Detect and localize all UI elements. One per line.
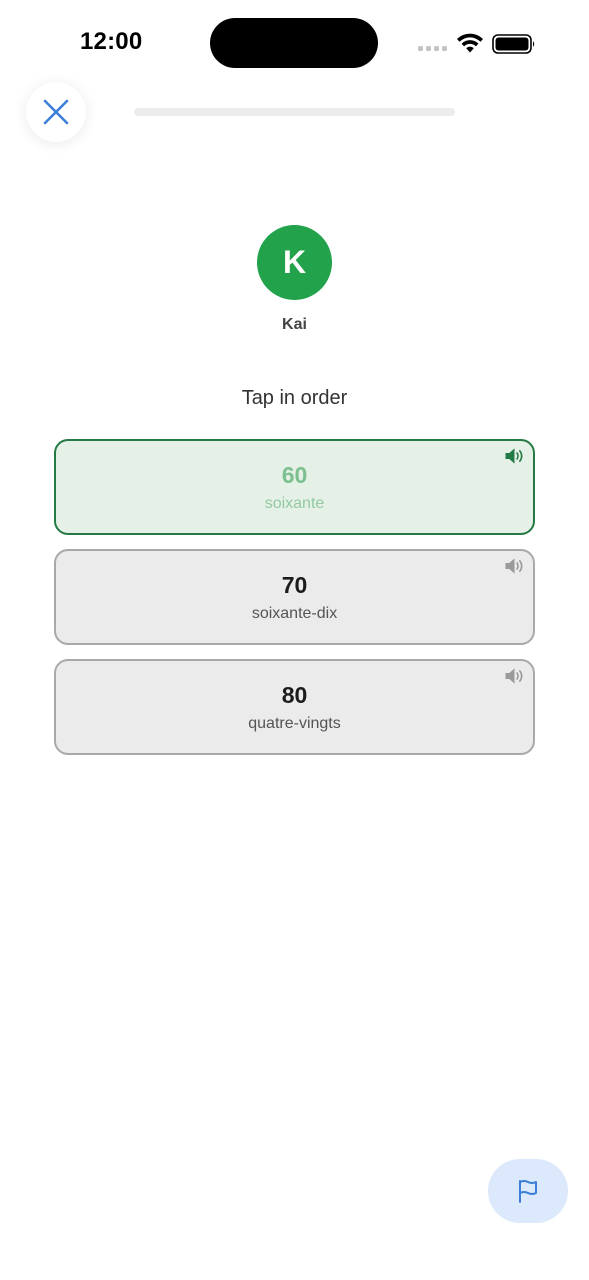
- option-word: soixante-dix: [251, 605, 338, 622]
- dynamic-island: [210, 18, 378, 68]
- speaker-name: Kai: [282, 316, 307, 333]
- close-button[interactable]: [26, 82, 86, 142]
- flag-icon: [519, 1180, 537, 1203]
- battery-icon: [492, 34, 535, 54]
- close-x-icon: [43, 99, 69, 125]
- option-word: quatre-vingts: [248, 715, 341, 732]
- speaker-audio-icon[interactable]: [505, 558, 525, 574]
- status-time: 12:00: [80, 28, 143, 55]
- option-word: soixante: [264, 495, 325, 512]
- speaker-audio-icon[interactable]: [505, 448, 525, 464]
- lesson-progress-bar: [134, 108, 455, 116]
- wifi-icon: [457, 33, 483, 53]
- speaker-avatar: K: [257, 225, 332, 300]
- report-flag-button[interactable]: [488, 1159, 568, 1223]
- option-card-1[interactable]: 60 soixante: [54, 439, 535, 535]
- avatar-initial: K: [282, 244, 307, 280]
- cellular-signal-icon: [418, 46, 447, 51]
- option-number: 80: [281, 682, 308, 708]
- option-card-3[interactable]: 80 quatre-vingts: [54, 659, 535, 755]
- option-number: 70: [281, 572, 308, 598]
- answer-options: 60 soixante 70 soixante-dix 80 quatre-vi…: [54, 439, 535, 769]
- option-card-2[interactable]: 70 soixante-dix: [54, 549, 535, 645]
- option-number: 60: [281, 462, 308, 488]
- speaker-audio-icon[interactable]: [505, 668, 525, 684]
- exercise-instruction: Tap in order: [241, 387, 348, 409]
